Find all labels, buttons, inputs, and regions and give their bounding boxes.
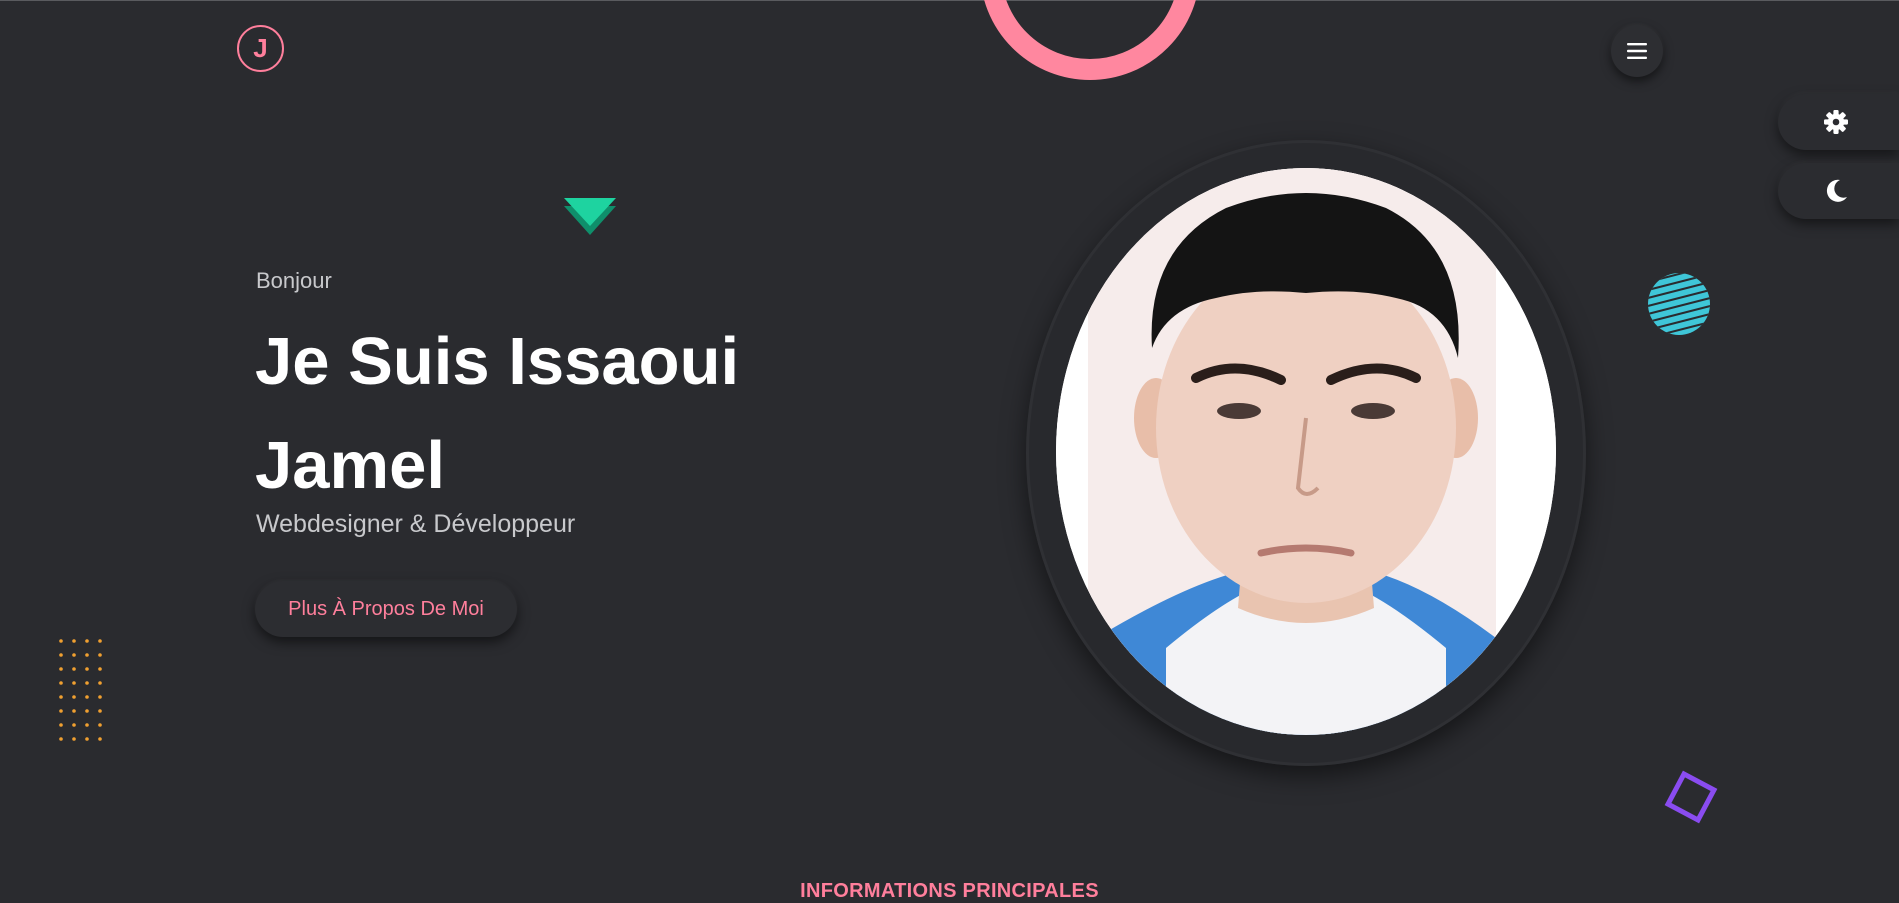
hero-role: Webdesigner & Développeur [256, 510, 576, 538]
site-logo[interactable]: J [237, 25, 284, 72]
hero-name-line2: Jamel [255, 428, 445, 503]
hero-name-line1: Je Suis Issaoui [255, 324, 740, 399]
decorative-square [1664, 770, 1718, 824]
portrait-illustration [1056, 168, 1556, 735]
top-border [0, 0, 1899, 1]
theme-toggle-button[interactable] [1778, 163, 1899, 219]
hamburger-icon [1627, 43, 1647, 59]
portrait-photo [1056, 168, 1556, 735]
section-title-main-info: INFORMATIONS PRINCIPALES [800, 880, 1099, 902]
decorative-ring [980, 0, 1200, 80]
hero-name: Je Suis Issaoui Jamel [255, 310, 815, 518]
about-me-button[interactable]: Plus À Propos De Moi [255, 581, 517, 637]
gear-icon [1824, 110, 1848, 134]
hero-greeting: Bonjour [256, 268, 332, 293]
settings-button[interactable] [1778, 94, 1899, 150]
decorative-triangle [564, 198, 616, 235]
menu-button[interactable] [1611, 25, 1663, 77]
decorative-striped-circle [1648, 273, 1710, 335]
moon-icon [1826, 179, 1847, 202]
decorative-dot-grid [59, 639, 102, 741]
